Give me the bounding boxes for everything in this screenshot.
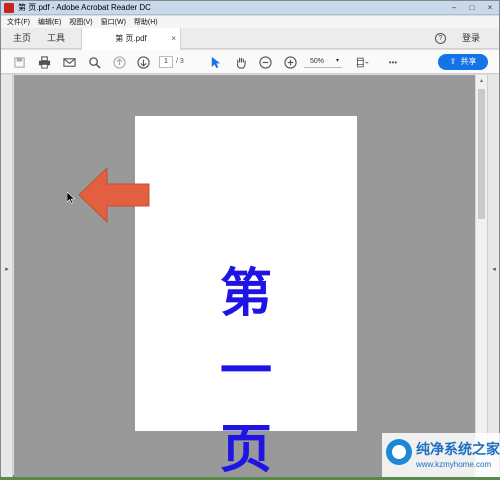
watermark-title: 纯净系统之家 xyxy=(416,441,500,457)
share-button[interactable]: ⇪ 共享 xyxy=(438,54,488,70)
expand-right-icon: ◂ xyxy=(492,266,496,273)
tab-bar: 主页 工具 第 页.pdf × ? 登录 xyxy=(1,28,499,50)
scrollbar-thumb[interactable] xyxy=(478,89,485,219)
hand-tool-icon[interactable] xyxy=(233,55,247,69)
page-char-3: 页 xyxy=(219,419,272,480)
zoom-level-select[interactable]: 50% ▾ xyxy=(304,56,342,68)
tab-document[interactable]: 第 页.pdf × xyxy=(81,28,181,50)
page-char-2: 一 xyxy=(219,341,272,402)
select-cursor-icon[interactable] xyxy=(208,55,222,69)
share-label: 共享 xyxy=(460,57,477,66)
login-link[interactable]: 登录 xyxy=(462,28,480,49)
watermark-logo-icon xyxy=(386,439,412,465)
toolbar: 1 / 3 50% ▾ ••• ⇪ 共享 xyxy=(1,50,499,74)
pdf-app-icon xyxy=(4,2,14,13)
pdf-page: 第 一 页 xyxy=(135,116,357,480)
minimize-button[interactable]: – xyxy=(445,2,463,14)
tab-tools[interactable]: 工具 xyxy=(47,28,65,49)
fit-page-icon[interactable] xyxy=(353,55,371,69)
zoom-level-value: 50% xyxy=(310,58,325,65)
site-watermark: 纯净系统之家 www.kzmyhome.com xyxy=(382,433,500,477)
menu-file[interactable]: 文件(F) xyxy=(7,17,30,27)
maximize-button[interactable]: □ xyxy=(463,2,481,14)
share-icon: ⇪ xyxy=(449,57,457,66)
help-icon[interactable]: ? xyxy=(435,33,446,44)
search-icon[interactable] xyxy=(87,55,101,69)
page-char-1: 第 xyxy=(219,263,272,324)
more-tools-icon[interactable]: ••• xyxy=(384,55,402,69)
previous-page-icon[interactable] xyxy=(112,55,126,69)
menu-view[interactable]: 视图(V) xyxy=(69,17,92,27)
menu-help[interactable]: 帮助(H) xyxy=(134,17,158,27)
zoom-in-icon[interactable] xyxy=(283,55,297,69)
email-icon[interactable] xyxy=(62,55,76,69)
vertical-scrollbar[interactable]: ▴ xyxy=(475,75,487,477)
menu-window[interactable]: 窗口(W) xyxy=(101,17,126,27)
document-tab-label: 第 页.pdf xyxy=(115,34,147,43)
expand-left-icon: ▸ xyxy=(5,266,9,273)
left-arrow-annotation xyxy=(78,166,150,224)
zoom-out-icon[interactable] xyxy=(258,55,272,69)
watermark-url: www.kzmyhome.com xyxy=(416,460,492,469)
page-total-label: / 3 xyxy=(176,58,184,65)
window-controls: – □ × xyxy=(445,2,499,14)
title-bar: 第 页.pdf - Adobe Acrobat Reader DC – □ × xyxy=(1,1,499,15)
print-icon[interactable] xyxy=(37,55,51,69)
scroll-up-icon[interactable]: ▴ xyxy=(476,77,487,84)
tab-home[interactable]: 主页 xyxy=(13,28,31,49)
chevron-down-icon: ▾ xyxy=(335,58,339,64)
close-window-button[interactable]: × xyxy=(481,2,499,14)
save-icon[interactable] xyxy=(12,55,26,69)
right-pane-toggle[interactable]: ◂ xyxy=(487,75,499,477)
acrobat-window: 第 页.pdf - Adobe Acrobat Reader DC – □ × … xyxy=(0,0,500,480)
close-tab-icon[interactable]: × xyxy=(171,28,176,49)
next-page-icon[interactable] xyxy=(136,55,150,69)
menu-edit[interactable]: 编辑(E) xyxy=(38,17,61,27)
window-title: 第 页.pdf - Adobe Acrobat Reader DC xyxy=(18,3,151,12)
page-number-input[interactable]: 1 xyxy=(159,56,173,68)
menu-bar: 文件(F) 编辑(E) 视图(V) 窗口(W) 帮助(H) xyxy=(1,16,499,28)
mouse-pointer-icon xyxy=(67,192,75,204)
left-pane-toggle[interactable]: ▸ xyxy=(1,75,13,477)
